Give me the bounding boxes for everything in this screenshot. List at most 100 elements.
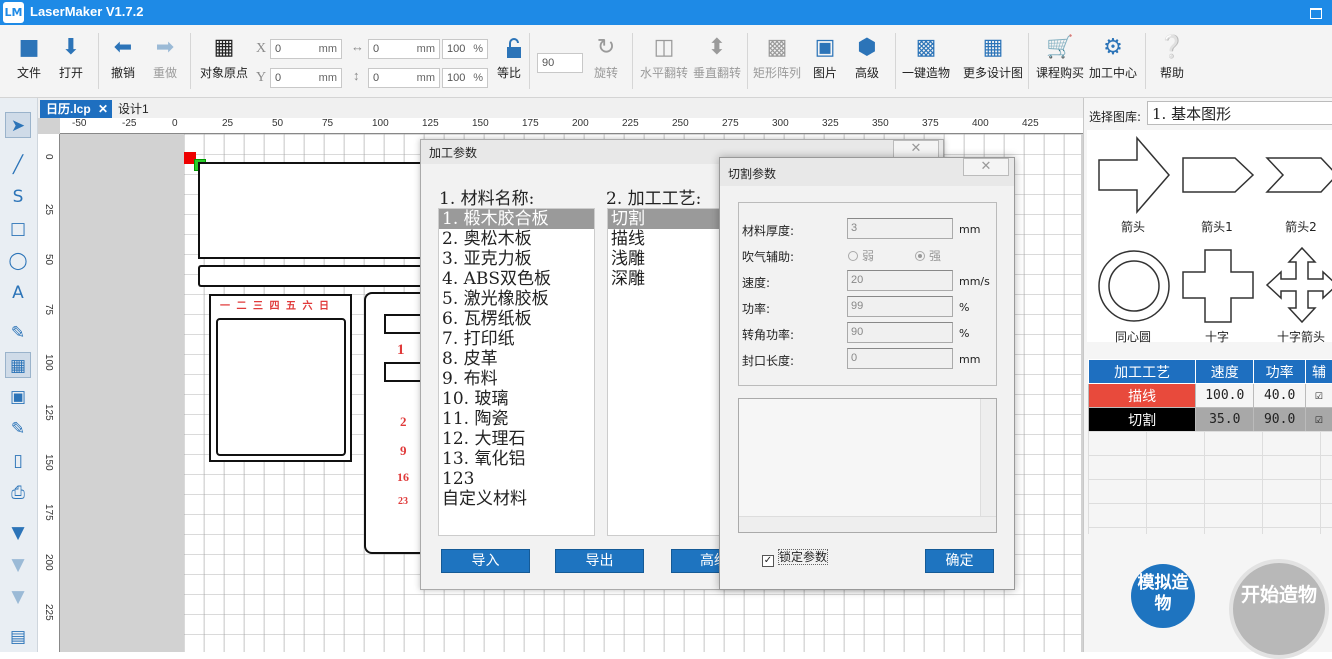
table-row[interactable]: 描线 100.0 40.0 ☑ [1089,384,1332,408]
flip-vertical-button[interactable]: ⬍ 垂直翻转 [693,35,741,81]
group-tool[interactable]: ▼ [5,584,31,610]
library-select[interactable]: 1. 基本图形 [1147,101,1332,125]
process-name[interactable]: 描线 [1089,384,1196,408]
minimize-button[interactable] [1300,0,1332,25]
more-designs-button[interactable]: ▦ 更多设计图 [961,35,1025,81]
courses-button[interactable]: 🛒 课程购买 [1035,35,1085,81]
process-item[interactable]: 浅雕 [608,249,726,269]
material-item[interactable]: 13. 氧化铝 [439,449,594,469]
material-item[interactable]: 3. 亚克力板 [439,249,594,269]
redo-button[interactable]: ➡ 重做 [148,35,182,81]
process-item[interactable]: 深雕 [608,269,726,289]
measure-tool[interactable]: ✎ [5,320,31,346]
material-item[interactable]: 自定义材料 [439,489,594,509]
x-input[interactable]: 0mm [270,39,342,59]
rotate-input[interactable]: 90 [537,53,583,73]
lock-icon[interactable] [503,37,525,59]
flip-horizontal-button[interactable]: ◫ 水平翻转 [640,35,688,81]
rectangle-tool[interactable]: □ [5,216,31,242]
distribute-tool[interactable]: ▼ [5,552,31,578]
start-button[interactable]: 开始造物 [1229,559,1329,659]
shape-concentric[interactable]: 同心圆 [1093,244,1173,348]
y-input[interactable]: 0mm [270,68,342,88]
material-item[interactable]: 6. 瓦楞纸板 [439,309,594,329]
line-tool[interactable]: ╱ [5,152,31,178]
material-item[interactable]: 8. 皮革 [439,349,594,369]
ellipse-tool[interactable]: ◯ [5,248,31,274]
notes-textarea[interactable] [738,398,997,533]
calendar-shape[interactable] [198,162,420,259]
array-button[interactable]: ▩ 矩形阵列 [753,35,801,81]
process-item[interactable]: 描线 [608,229,726,249]
advanced-button[interactable]: ⬢ 高级 [852,35,882,81]
close-button[interactable]: ✕ [893,140,939,158]
simulate-button[interactable]: 模拟造物 [1131,564,1195,628]
process-item[interactable]: 切割 [608,209,726,229]
edit-tool[interactable]: ✎ [5,416,31,442]
close-button[interactable]: ✕ [963,158,1009,176]
vertical-scrollbar[interactable] [980,399,996,517]
width-percent-input[interactable]: 100% [442,39,488,59]
confirm-button[interactable]: 确定 [925,549,994,573]
help-button[interactable]: ❔ 帮助 [1155,35,1189,81]
calendar-shape[interactable] [216,318,346,456]
width-input[interactable]: 0mm [368,39,440,59]
material-item[interactable]: 11. 陶瓷 [439,409,594,429]
grid-tool[interactable]: ▦ [5,352,31,378]
aux-checkbox[interactable]: ☑ [1306,384,1332,408]
process-speed[interactable]: 35.0 [1196,408,1254,432]
arrange-tool[interactable]: ▼ [5,520,31,546]
import-button[interactable]: 导入 [441,549,530,573]
eraser-tool[interactable]: ▯ [5,448,31,474]
seal-length-input[interactable]: 0 [847,348,953,369]
material-item[interactable]: 10. 玻璃 [439,389,594,409]
shape-arrow[interactable]: 箭头 [1093,134,1173,238]
process-center-button[interactable]: ⚙ 加工中心 [1088,35,1138,81]
object-origin-button[interactable]: ▦ 对象原点 [197,35,251,81]
material-item[interactable]: 4. ABS双色板 [439,269,594,289]
air-weak-radio[interactable]: 弱 [848,247,874,264]
calendar-shape[interactable] [384,314,424,334]
power-input[interactable]: 99 [847,296,953,317]
calendar-shape[interactable] [384,362,424,382]
tab-design1[interactable]: 设计1 [112,100,155,118]
material-item[interactable]: 7. 打印纸 [439,329,594,349]
process-speed[interactable]: 100.0 [1196,384,1254,408]
image-button[interactable]: ▣ 图片 [810,35,840,81]
close-tab-icon[interactable]: ✕ [98,100,108,118]
thickness-input[interactable]: 3 [847,218,953,239]
process-list[interactable]: 切割描线浅雕深雕 [607,208,727,536]
curve-tool[interactable]: S [5,184,31,210]
align-tool[interactable]: ⎙ [5,480,31,506]
tab-calendar[interactable]: 日历.lcp ✕ [40,100,112,118]
table-row[interactable]: 切割 35.0 90.0 ☑ [1089,408,1332,432]
file-button[interactable]: ■ 文件 [12,35,46,81]
material-item[interactable]: 9. 布料 [439,369,594,389]
shape-arrow1[interactable]: 箭头1 [1177,134,1257,238]
material-item[interactable]: 12. 大理石 [439,429,594,449]
shape-cross-arrow[interactable]: 十字箭头 [1261,244,1332,348]
speed-input[interactable]: 20 [847,270,953,291]
calendar-shape[interactable] [198,265,420,287]
aux-checkbox[interactable]: ☑ [1306,408,1332,432]
height-percent-input[interactable]: 100% [442,68,488,88]
text-tool[interactable]: A [5,280,31,306]
material-item[interactable]: 1. 椴木胶合板 [439,209,594,229]
shape-cross[interactable]: 十字 [1177,244,1257,348]
shape-arrow2[interactable]: 箭头2 [1261,134,1332,238]
air-strong-radio[interactable]: 强 [915,247,941,264]
material-list[interactable]: 1. 椴木胶合板2. 奥松木板3. 亚克力板4. ABS双色板5. 激光橡胶板6… [438,208,595,536]
material-item[interactable]: 123 [439,469,594,489]
select-tool[interactable]: ➤ [5,112,31,138]
horizontal-scrollbar[interactable] [739,516,996,532]
rotate-button[interactable]: ↻ 旋转 [588,35,624,81]
open-button[interactable]: ⬇ 打开 [54,35,88,81]
corner-power-input[interactable]: 90 [847,322,953,343]
process-power[interactable]: 90.0 [1254,408,1306,432]
process-name[interactable]: 切割 [1089,408,1196,432]
material-item[interactable]: 5. 激光橡胶板 [439,289,594,309]
process-power[interactable]: 40.0 [1254,384,1306,408]
frame-tool[interactable]: ▣ [5,384,31,410]
ratio-button[interactable]: 等比 [494,61,524,81]
one-click-build-button[interactable]: ▩ 一键造物 [900,35,952,81]
